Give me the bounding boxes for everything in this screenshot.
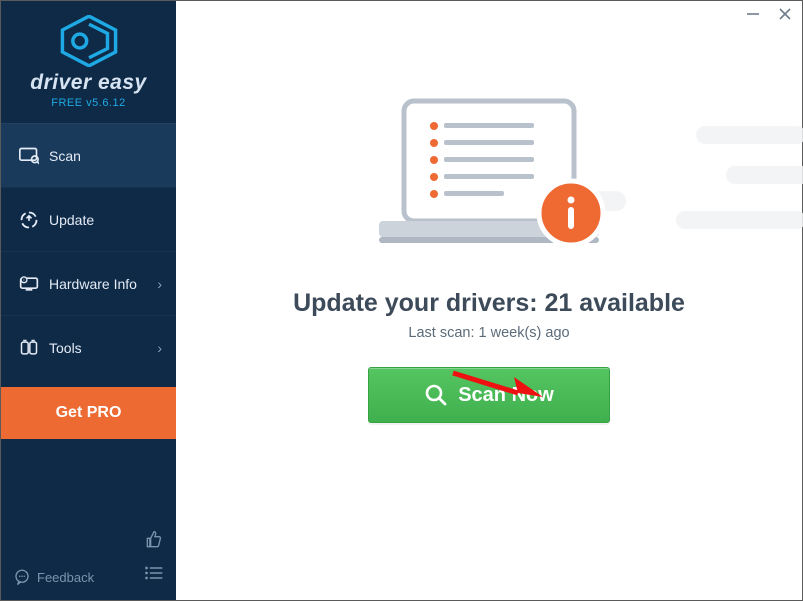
sidebar: driver easy FREE v5.6.12 Scan Update i H… [1,1,176,600]
feedback-button[interactable]: Feedback [13,568,94,586]
bottom-icons [144,530,164,586]
sidebar-bottom: Feedback [1,520,176,600]
scan-now-label: Scan Now [458,384,554,407]
sidebar-item-label: Hardware Info [49,276,157,292]
tools-icon [15,338,43,358]
scan-now-button[interactable]: Scan Now [368,367,610,423]
headline-count: 21 [545,289,573,317]
headline: Update your drivers: 21 available [176,289,802,318]
window-controls [746,7,792,24]
scan-icon [15,147,43,165]
logo-block: driver easy FREE v5.6.12 [1,1,176,123]
laptop-illustration [176,91,802,271]
like-icon[interactable] [144,530,164,555]
sidebar-item-hardware-info[interactable]: i Hardware Info › [1,251,176,315]
feedback-label: Feedback [37,570,94,585]
headline-prefix: Update your drivers: [293,289,544,317]
sidebar-nav: Scan Update i Hardware Info › Tools › Ge… [1,123,176,439]
chat-icon [13,568,31,586]
sidebar-item-tools[interactable]: Tools › [1,315,176,379]
headline-suffix: available [572,289,685,317]
get-pro-label: Get PRO [56,404,122,422]
sidebar-item-label: Tools [49,340,157,356]
search-icon [424,383,448,407]
close-button[interactable] [778,7,792,24]
brand-text: driver easy [1,71,176,95]
sidebar-item-scan[interactable]: Scan [1,123,176,187]
list-icon[interactable] [144,565,164,586]
version-label: FREE v5.6.12 [1,97,176,109]
update-icon [15,210,43,230]
sidebar-item-update[interactable]: Update [1,187,176,251]
get-pro-button[interactable]: Get PRO [1,387,176,439]
last-scan-text: Last scan: 1 week(s) ago [176,325,802,341]
chevron-right-icon: › [157,340,162,356]
minimize-button[interactable] [746,7,760,24]
chevron-right-icon: › [157,276,162,292]
hardware-info-icon: i [15,275,43,293]
sidebar-item-label: Scan [49,148,162,164]
app-logo-icon [60,15,118,67]
svg-text:i: i [24,277,25,282]
main-pane: Update your drivers: 21 available Last s… [176,1,802,600]
sidebar-item-label: Update [49,212,162,228]
